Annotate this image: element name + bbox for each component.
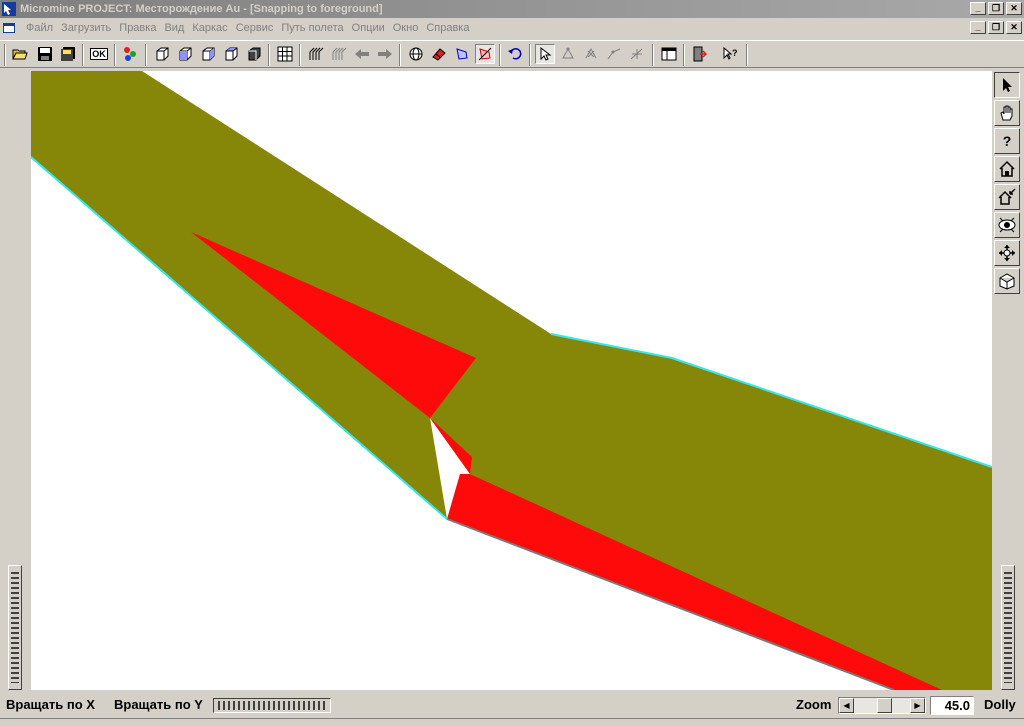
- home-icon[interactable]: [994, 156, 1020, 182]
- save-icon[interactable]: [35, 44, 55, 64]
- app-icon: [2, 2, 16, 16]
- doc-close-button[interactable]: ✕: [1006, 21, 1022, 34]
- toolbar-separator: [529, 44, 531, 66]
- vertex-insert-icon[interactable]: [627, 44, 647, 64]
- vertex-move-icon[interactable]: [558, 44, 578, 64]
- move-icon[interactable]: [994, 240, 1020, 266]
- save-all-icon[interactable]: [58, 44, 78, 64]
- properties-icon[interactable]: [120, 44, 140, 64]
- dolly-label: Dolly: [984, 697, 1016, 712]
- layers-alt-icon[interactable]: [329, 44, 349, 64]
- control-bar: Вращать по X Вращать по Y Zoom ◀ ▶ 45.0 …: [0, 693, 1024, 717]
- vertex-delete-icon[interactable]: [581, 44, 601, 64]
- zoom-label: Zoom: [796, 697, 832, 712]
- toolbar-separator: [499, 44, 501, 66]
- globe-icon[interactable]: [406, 44, 426, 64]
- menu-edit[interactable]: Правка: [119, 22, 164, 34]
- rotate-y-label: Вращать по Y: [114, 697, 203, 712]
- pointer-icon[interactable]: [535, 44, 555, 64]
- select-shape-icon[interactable]: [452, 44, 472, 64]
- zoom-right-arrow[interactable]: ▶: [910, 698, 925, 713]
- arrow-left-icon[interactable]: [352, 44, 372, 64]
- undo-icon[interactable]: [505, 44, 525, 64]
- layers-icon[interactable]: [306, 44, 326, 64]
- menu-options[interactable]: Опции: [352, 22, 393, 34]
- rotate-x-label: Вращать по X: [6, 697, 95, 712]
- menu-wireframe[interactable]: Каркас: [192, 22, 235, 34]
- dolly-wheel-right[interactable]: [1001, 565, 1015, 690]
- toolbar-separator: [4, 44, 6, 66]
- arrow-right-icon[interactable]: [375, 44, 395, 64]
- doc-minimize-button[interactable]: _: [970, 21, 986, 34]
- zoom-value-field[interactable]: 45.0: [930, 696, 974, 715]
- side-toolbar: ?: [994, 72, 1022, 296]
- home-zoom-icon[interactable]: [994, 184, 1020, 210]
- toolbar-separator: [652, 44, 654, 66]
- toolbar-separator: [268, 44, 270, 66]
- toolbar-separator: [683, 44, 685, 66]
- toolbar-separator: [299, 44, 301, 66]
- side-pointer-icon[interactable]: [994, 72, 1020, 98]
- menu-flight-path[interactable]: Путь полета: [281, 22, 351, 34]
- close-button[interactable]: ✕: [1006, 2, 1022, 15]
- bottom-strip: [0, 718, 1024, 726]
- cube-side-icon[interactable]: [175, 44, 195, 64]
- grid-icon[interactable]: [275, 44, 295, 64]
- cube-solid-icon[interactable]: [244, 44, 264, 64]
- cube-iso-icon[interactable]: [221, 44, 241, 64]
- svg-text:?: ?: [732, 48, 738, 58]
- exit-icon[interactable]: [689, 44, 709, 64]
- help-glyph: ?: [1002, 133, 1012, 149]
- toolbar-separator: [145, 44, 147, 66]
- open-folder-icon[interactable]: [10, 44, 30, 64]
- menu-window[interactable]: Окно: [393, 22, 427, 34]
- hand-icon[interactable]: [994, 100, 1020, 126]
- window-title: Micromine PROJECT: Месторождение Au - [S…: [20, 3, 383, 15]
- toolbar: OK ?: [0, 40, 1024, 68]
- menu-load[interactable]: Загрузить: [61, 22, 119, 34]
- ok-button[interactable]: OK: [89, 44, 109, 64]
- ok-label: OK: [90, 48, 108, 60]
- box-icon[interactable]: [994, 268, 1020, 294]
- help-icon[interactable]: ?: [994, 128, 1020, 154]
- zoom-slider[interactable]: ◀ ▶: [838, 697, 926, 714]
- eye-icon[interactable]: [994, 212, 1020, 238]
- wireframe-render[interactable]: [31, 71, 992, 690]
- zoom-left-arrow[interactable]: ◀: [839, 698, 854, 713]
- document-icon[interactable]: [2, 21, 16, 35]
- doc-restore-button[interactable]: ❐: [988, 21, 1004, 34]
- vertex-add-icon[interactable]: [604, 44, 624, 64]
- menu-service[interactable]: Сервис: [236, 22, 282, 34]
- minimize-button[interactable]: _: [970, 2, 986, 15]
- toolbar-separator: [114, 44, 116, 66]
- title-bar: Micromine PROJECT: Месторождение Au - [S…: [0, 0, 1024, 18]
- menu-bar: Файл Загрузить Правка Вид Каркас Сервис …: [0, 18, 1024, 38]
- select-cross-icon[interactable]: [475, 44, 495, 64]
- help-pointer-icon[interactable]: ?: [720, 44, 740, 64]
- menu-file[interactable]: Файл: [26, 22, 61, 34]
- rotate-y-wheel[interactable]: [213, 698, 331, 713]
- toolbar-separator: [399, 44, 401, 66]
- toolbar-separator: [82, 44, 84, 66]
- rotate-wheel-left[interactable]: [8, 565, 22, 690]
- 3d-viewport[interactable]: [31, 71, 992, 690]
- window-icon[interactable]: [659, 44, 679, 64]
- restore-button[interactable]: ❐: [988, 2, 1004, 15]
- toolbar-separator: [746, 44, 748, 66]
- cube-front-icon[interactable]: [152, 44, 172, 64]
- zoom-thumb[interactable]: [877, 698, 892, 713]
- olive-surface: [31, 71, 992, 690]
- cube-top-icon[interactable]: [198, 44, 218, 64]
- menu-help[interactable]: Справка: [426, 22, 477, 34]
- eraser-icon[interactable]: [429, 44, 449, 64]
- menu-view[interactable]: Вид: [164, 22, 192, 34]
